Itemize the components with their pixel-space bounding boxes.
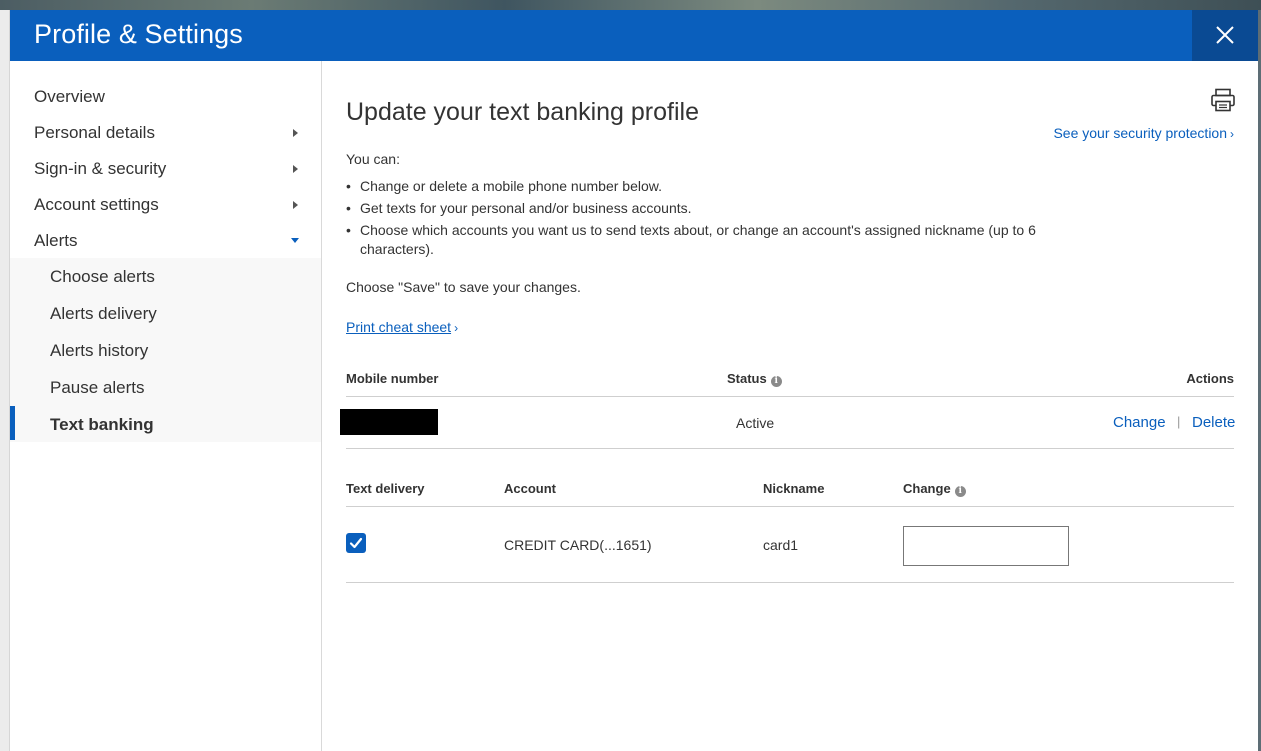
account-nickname: card1 (763, 537, 799, 553)
sidebar-item-sign-in-security[interactable]: Sign-in & security (10, 151, 321, 187)
sidebar-item-account-settings[interactable]: Account settings (10, 187, 321, 223)
checkmark-icon (349, 537, 363, 549)
divider (346, 582, 1234, 583)
sidebar-item-label: Sign-in & security (34, 159, 167, 178)
change-header-label: Change (903, 481, 951, 496)
cheat-sheet-label: Print cheat sheet (346, 319, 452, 335)
divider (346, 448, 1234, 449)
change-header: Change i (903, 481, 966, 497)
info-icon[interactable]: i (770, 376, 782, 387)
bullet-dot: • (346, 222, 351, 238)
subnav-item-pause-alerts[interactable]: Pause alerts (10, 369, 321, 406)
info-icon[interactable]: i (954, 486, 966, 497)
bullet-dot: • (346, 178, 351, 194)
printer-icon[interactable] (1210, 88, 1236, 112)
arrow-right-icon (293, 165, 298, 173)
print-cheat-sheet-link[interactable]: Print cheat sheet › (346, 319, 458, 335)
subnav-item-text-banking[interactable]: Text banking (10, 406, 321, 443)
save-instructions: Choose "Save" to save your changes. (346, 279, 581, 295)
page-title: Update your text banking profile (346, 98, 699, 126)
main-content: Update your text banking profile See you… (322, 61, 1258, 751)
chevron-right-icon: › (1230, 127, 1234, 141)
sidebar-item-label: Account settings (34, 195, 159, 214)
subnav-item-label: Alerts delivery (50, 304, 157, 323)
actions-header: Actions (1186, 371, 1234, 386)
security-protection-link[interactable]: See your security protection › (1053, 125, 1234, 141)
sidebar-item-overview[interactable]: Overview (10, 79, 321, 115)
change-number-link[interactable]: Change (1113, 414, 1166, 431)
nickname-change-input[interactable] (903, 526, 1069, 566)
bullet-text: Change or delete a mobile phone number b… (360, 178, 662, 194)
modal-title: Profile & Settings (34, 19, 243, 49)
sidebar-item-alerts[interactable]: Alerts (10, 223, 321, 259)
security-link-label: See your security protection (1053, 125, 1227, 141)
sidebar-item-label: Alerts (34, 231, 78, 250)
action-separator: | (1177, 414, 1181, 429)
text-delivery-checkbox[interactable] (346, 533, 366, 553)
subnav-item-label: Alerts history (50, 341, 149, 360)
divider (346, 506, 1234, 507)
list-item: • Change or delete a mobile phone number… (346, 177, 1086, 196)
subnav-item-alerts-delivery[interactable]: Alerts delivery (10, 295, 321, 332)
close-icon (1216, 26, 1234, 44)
divider (346, 396, 1234, 397)
redacted-phone-number (340, 409, 438, 435)
background-page-edge (0, 10, 10, 751)
alerts-subnav: Choose alerts Alerts delivery Alerts his… (10, 258, 321, 442)
subnav-item-label: Choose alerts (50, 267, 155, 286)
subnav-item-choose-alerts[interactable]: Choose alerts (10, 258, 321, 295)
close-button[interactable] (1192, 10, 1258, 61)
nickname-header: Nickname (763, 481, 825, 496)
arrow-down-icon (291, 238, 299, 243)
bullet-list: • Change or delete a mobile phone number… (346, 177, 1086, 262)
background-scenery (0, 0, 1261, 10)
sidebar-item-personal-details[interactable]: Personal details (10, 115, 321, 151)
intro-text: You can: (346, 151, 400, 167)
arrow-right-icon (293, 201, 298, 209)
modal-header: Profile & Settings (10, 10, 1258, 61)
sidebar-item-label: Personal details (34, 123, 155, 142)
subnav-item-label: Text banking (50, 415, 154, 434)
sidebar-item-label: Overview (34, 87, 105, 106)
subnav-item-label: Pause alerts (50, 378, 145, 397)
arrow-right-icon (293, 129, 298, 137)
settings-modal: Profile & Settings Overview Personal det… (10, 10, 1258, 751)
bullet-dot: • (346, 200, 351, 216)
status-value: Active (736, 415, 775, 431)
list-item: • Choose which accounts you want us to s… (346, 221, 1086, 259)
status-header: Status i (727, 371, 782, 387)
delete-number-link[interactable]: Delete (1192, 414, 1235, 431)
bullet-text: Get texts for your personal and/or busin… (360, 200, 692, 216)
account-header: Account (504, 481, 556, 496)
list-item: • Get texts for your personal and/or bus… (346, 199, 1086, 218)
status-header-label: Status (727, 371, 767, 386)
sidebar-nav: Overview Personal details Sign-in & secu… (10, 61, 322, 751)
subnav-item-alerts-history[interactable]: Alerts history (10, 332, 321, 369)
text-delivery-header: Text delivery (346, 481, 425, 496)
mobile-number-header: Mobile number (346, 371, 439, 386)
active-indicator (10, 406, 15, 440)
chevron-right-icon: › (454, 321, 459, 335)
account-name: CREDIT CARD(...1651) (504, 537, 652, 553)
bullet-text: Choose which accounts you want us to sen… (360, 222, 1036, 257)
